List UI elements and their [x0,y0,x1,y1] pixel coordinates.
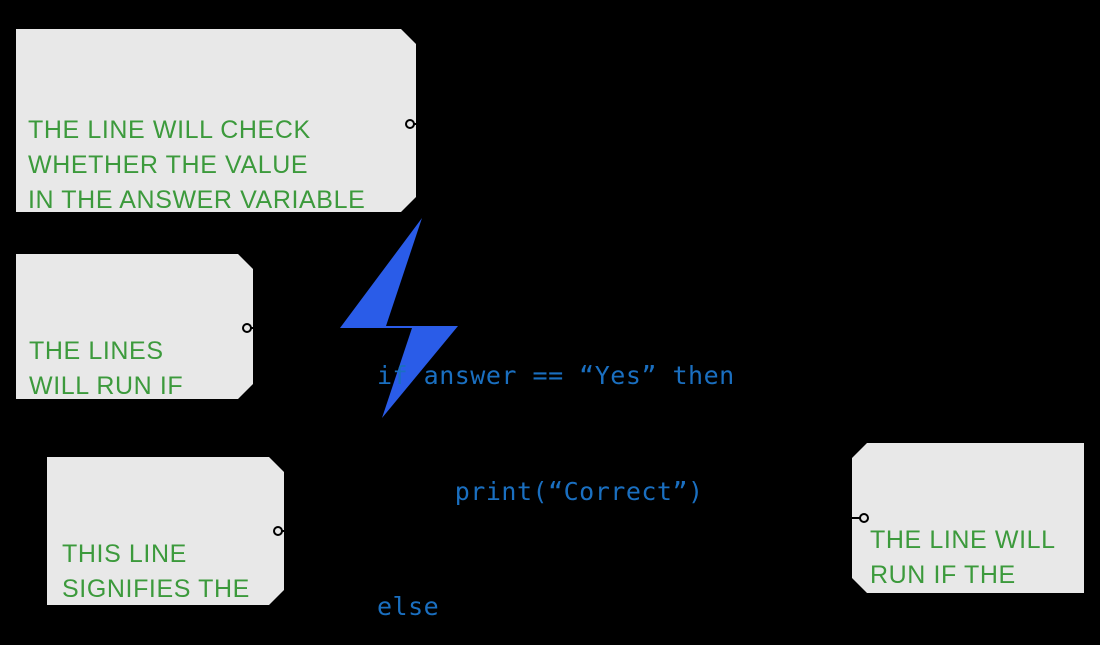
connector-answer-check [405,118,429,130]
connector-endif [273,525,297,537]
callout-note-else-branch-text: THE LINES WILL RUN IF THE FIRTS LINE IS … [29,337,229,470]
connector-line [251,327,266,329]
connector-dot-icon [859,513,869,523]
code-line-if: if answer == “Yes” then [377,361,735,390]
diagram-canvas: THE LINE WILL CHECK WHETHER THE VALUE IN… [0,0,1100,645]
connector-line [414,123,429,125]
connector-else-branch [242,322,266,334]
connector-line [845,517,860,519]
callout-note-endif: THIS LINE SIGNIFIES THE END OF THE IF ST… [47,457,284,605]
code-block: if answer == “Yes” then print(“Correct”)… [377,280,735,645]
callout-note-true-branch-text: THE LINE WILL RUN IF THE LINE BEFORE IS … [870,526,1056,645]
callout-note-else-branch: THE LINES WILL RUN IF THE FIRTS LINE IS … [16,254,253,399]
callout-note-answer-check: THE LINE WILL CHECK WHETHER THE VALUE IN… [16,29,416,212]
code-line-print-correct: print(“Correct”) [377,476,704,506]
connector-true-branch [845,512,869,524]
code-line-else: else [377,592,440,621]
callout-note-true-branch: THE LINE WILL RUN IF THE LINE BEFORE IS … [852,443,1084,593]
connector-line [282,530,297,532]
callout-note-endif-text: THIS LINE SIGNIFIES THE END OF THE IF ST… [62,540,250,638]
